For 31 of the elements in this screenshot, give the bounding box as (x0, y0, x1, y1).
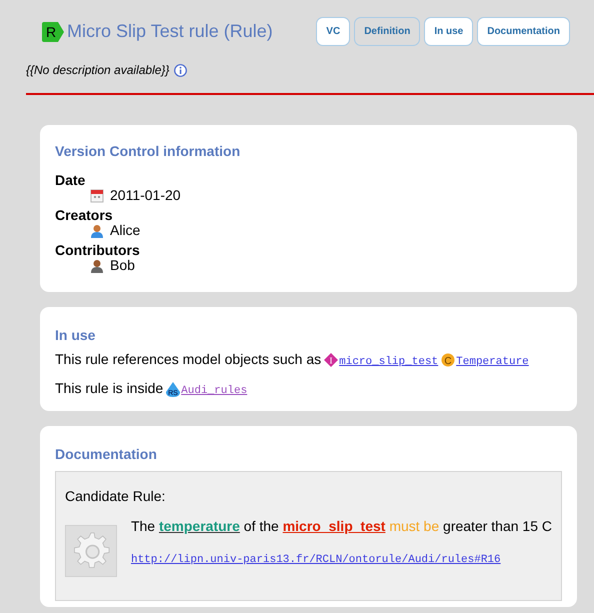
rule-url-link[interactable]: http://lipn.univ-paris13.fr/RCLN/ontorule/Audi/rules#R16 (130, 554, 501, 566)
section-tab[interactable]: VC (316, 17, 350, 46)
card-heading: In use (55, 327, 96, 343)
entry-text: Alice (110, 223, 140, 238)
page-title: Micro Slip Test rule (Rule) (67, 21, 273, 42)
term-link[interactable]: temperature (158, 518, 240, 534)
term-link[interactable]: micro_slip_test (282, 518, 386, 534)
group-heading: Date (55, 173, 86, 188)
person-icon (90, 258, 104, 272)
calendar-icon (90, 188, 104, 202)
rule-set-link[interactable]: Audi_rules (181, 385, 248, 397)
description-text: {{No description available}} (26, 63, 170, 77)
candidate-label: Candidate Rule: (65, 488, 166, 504)
section-tab[interactable]: In use (424, 17, 474, 46)
entry-text: 2011-01-20 (110, 188, 181, 203)
card-heading: Version Control information (55, 143, 242, 159)
section-tab[interactable]: Definition (354, 17, 420, 46)
group-heading: Creators (55, 208, 113, 223)
person-icon (90, 224, 104, 238)
object-link[interactable]: Temperature (456, 356, 529, 368)
object-link[interactable]: micro_slip_test (339, 356, 438, 368)
info-icon[interactable] (174, 64, 188, 76)
diamond-icon: I (324, 353, 338, 368)
card-heading: Documentation (55, 446, 158, 462)
rule-sentence: The temperature of the micro_slip_test must be greater than 15 C (130, 518, 552, 534)
group-heading: Contributors (55, 243, 140, 258)
references-sentence: This rule references model objects such as I micro_slip_test C Temperature (55, 351, 562, 368)
section-tab[interactable]: Documentation (477, 17, 570, 46)
entry-text: Bob (110, 258, 135, 273)
rule-logo-icon: R (42, 22, 64, 42)
circle-icon: C (441, 353, 456, 368)
